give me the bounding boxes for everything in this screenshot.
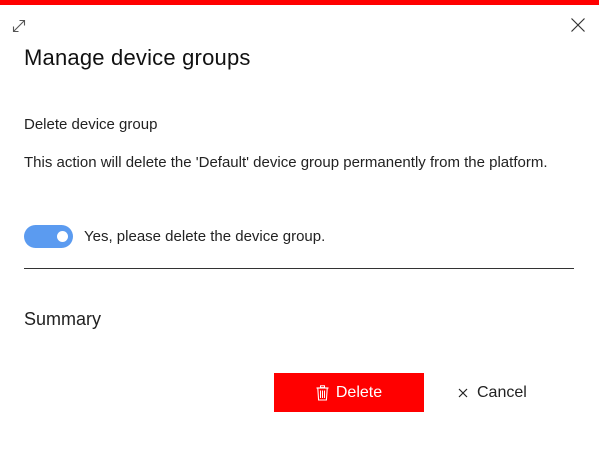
x-icon — [458, 388, 468, 398]
section-heading: Delete device group — [24, 116, 158, 133]
toggle-knob — [57, 231, 68, 242]
delete-button[interactable]: Delete — [274, 373, 424, 412]
page-title: Manage device groups — [24, 45, 251, 70]
divider — [24, 268, 574, 269]
confirm-delete-toggle-label: Yes, please delete the device group. — [84, 228, 326, 245]
close-icon[interactable] — [570, 17, 586, 33]
trash-icon — [316, 384, 329, 401]
summary-heading: Summary — [24, 309, 102, 329]
cancel-button-label: Cancel — [477, 383, 527, 401]
expand-icon[interactable] — [11, 18, 27, 34]
top-accent-bar — [0, 0, 599, 5]
cancel-button[interactable]: Cancel — [452, 373, 533, 412]
delete-warning-text: This action will delete the 'Default' de… — [24, 154, 548, 171]
confirm-delete-toggle[interactable] — [24, 225, 73, 248]
delete-button-label: Delete — [335, 383, 383, 401]
